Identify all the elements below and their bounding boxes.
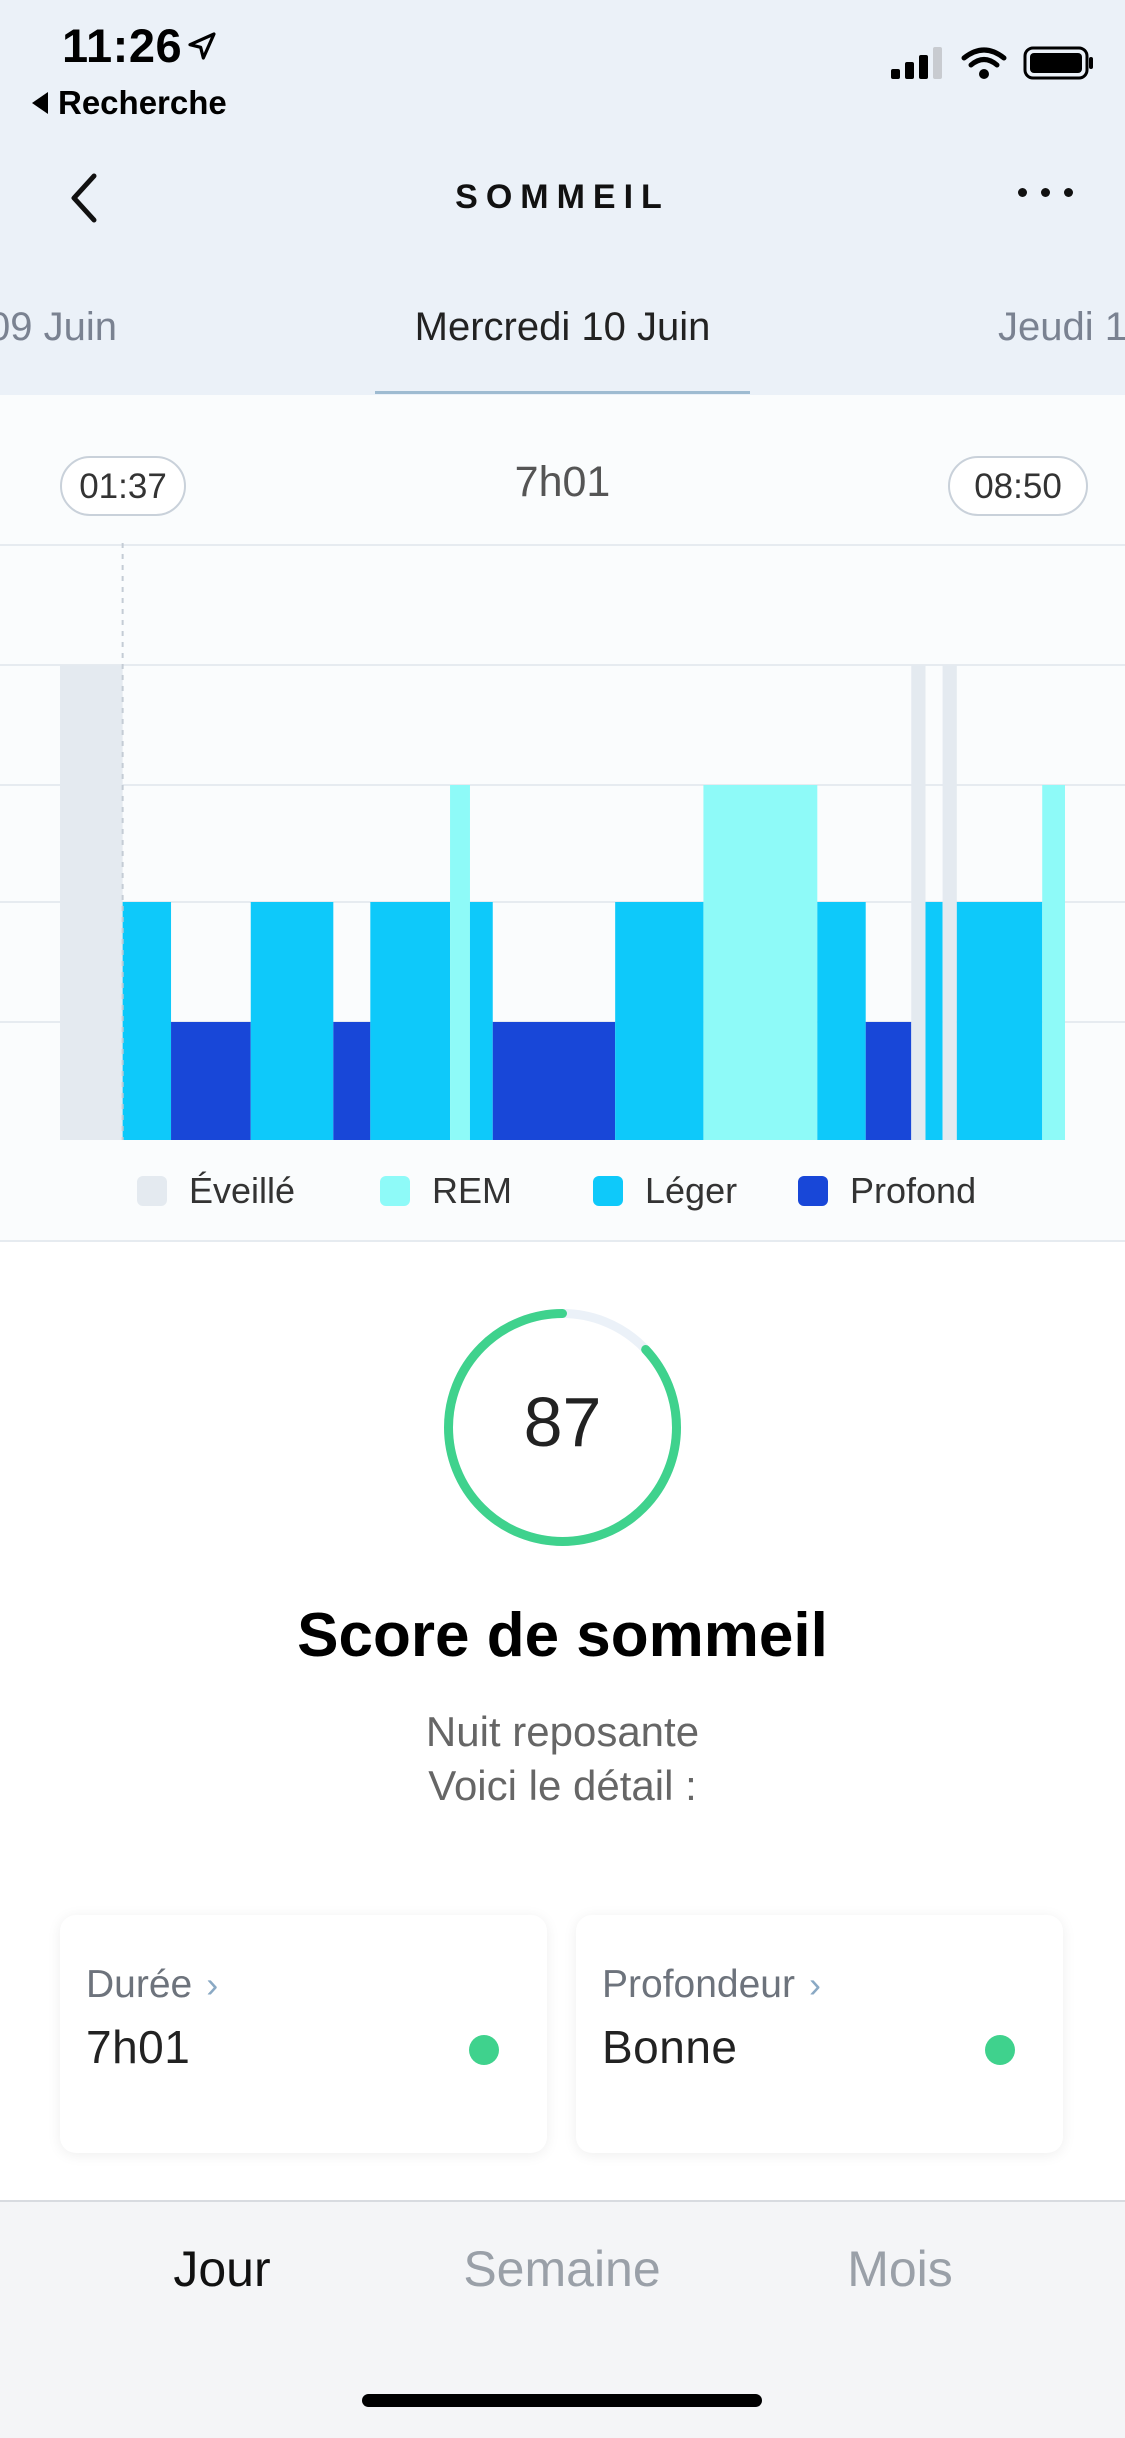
sleep-stage-bar bbox=[250, 902, 334, 1140]
sleep-stage-bar bbox=[925, 902, 943, 1140]
sleep-score-line1: Nuit reposante bbox=[425, 1708, 700, 1755]
card-label-wrap: Profondeur › bbox=[602, 1963, 821, 2007]
day-tab-indicator bbox=[375, 391, 750, 394]
sleep-stage-bar bbox=[817, 902, 866, 1140]
tab-week[interactable]: Semaine bbox=[412, 2240, 712, 2298]
status-icons bbox=[891, 46, 1095, 80]
card-value: 7h01 bbox=[86, 2021, 191, 2073]
legend-swatch bbox=[593, 1176, 623, 1206]
page-title: SOMMEIL bbox=[455, 178, 670, 216]
sleep-stage-bar bbox=[333, 1022, 371, 1140]
home-indicator bbox=[362, 2394, 762, 2407]
legend-item-eveille: Éveillé bbox=[137, 1170, 295, 1212]
legend-swatch bbox=[798, 1176, 828, 1206]
tab-day[interactable]: Jour bbox=[72, 2240, 372, 2298]
back-app-label: Recherche bbox=[58, 84, 227, 121]
sleep-stages-chart bbox=[0, 540, 1125, 1140]
status-dot bbox=[469, 2035, 499, 2065]
card-value: Bonne bbox=[602, 2021, 738, 2073]
chart-end-time: 08:50 bbox=[948, 456, 1088, 516]
legend-item-profond: Profond bbox=[798, 1170, 976, 1212]
legend-label: Léger bbox=[645, 1170, 738, 1211]
sleep-stage-bar bbox=[615, 902, 704, 1140]
card-depth[interactable]: Profondeur › Bonne bbox=[576, 1915, 1063, 2153]
sleep-stage-bar bbox=[911, 665, 926, 1140]
sleep-score-subtitle: Nuit reposante Voici le détail : bbox=[0, 1705, 1125, 1813]
back-to-app-link[interactable]: Recherche bbox=[32, 84, 227, 122]
sleep-score-value: 87 bbox=[523, 1383, 602, 1461]
sleep-score-title: Score de sommeil bbox=[297, 1601, 828, 1670]
sleep-stage-bar bbox=[956, 902, 1043, 1140]
battery-icon bbox=[1023, 46, 1093, 80]
sleep-stage-bar bbox=[942, 665, 957, 1140]
more-dots-icon[interactable] bbox=[1018, 188, 1073, 197]
sleep-score-line2: Voici le détail : bbox=[428, 1762, 697, 1809]
card-label: Profondeur bbox=[602, 1963, 795, 2006]
sleep-stage-bar bbox=[370, 902, 451, 1140]
legend-item-rem: REM bbox=[380, 1170, 512, 1212]
card-duration[interactable]: Durée › 7h01 bbox=[60, 1915, 547, 2153]
sleep-stage-bar bbox=[450, 785, 470, 1140]
card-label-wrap: Durée › bbox=[86, 1963, 218, 2007]
chevron-right-icon: › bbox=[206, 1964, 219, 2005]
legend-label: Éveillé bbox=[189, 1170, 296, 1211]
legend-label: REM bbox=[432, 1170, 512, 1211]
chart-legend: Éveillé REM Léger Profond bbox=[0, 1170, 1125, 1214]
sleep-stage-bar bbox=[60, 665, 123, 1140]
cellular-signal-icon bbox=[891, 47, 942, 79]
day-tab-current[interactable]: Mercredi 10 Juin bbox=[0, 305, 1125, 350]
day-tab-next[interactable]: Jeudi 1 bbox=[998, 305, 1125, 350]
back-triangle-icon bbox=[32, 92, 48, 114]
sleep-stage-bar bbox=[122, 902, 172, 1140]
sleep-stage-bar bbox=[703, 785, 818, 1140]
sleep-stage-bar bbox=[492, 1022, 616, 1140]
legend-swatch bbox=[137, 1176, 167, 1206]
sleep-stage-bar bbox=[171, 1022, 251, 1140]
status-dot bbox=[985, 2035, 1015, 2065]
legend-swatch bbox=[380, 1176, 410, 1206]
legend-label: Profond bbox=[850, 1170, 977, 1211]
sleep-stage-bar bbox=[865, 1022, 912, 1140]
status-time: 11:26 bbox=[62, 19, 183, 72]
sleep-stage-bar bbox=[1042, 785, 1065, 1140]
card-label: Durée bbox=[86, 1963, 193, 2006]
sleep-stage-bar bbox=[469, 902, 493, 1140]
legend-item-leger: Léger bbox=[593, 1170, 737, 1212]
chevron-right-icon: › bbox=[808, 1964, 821, 2005]
wifi-icon bbox=[961, 47, 1007, 79]
tab-month[interactable]: Mois bbox=[750, 2240, 1050, 2298]
location-arrow-icon bbox=[188, 32, 216, 60]
